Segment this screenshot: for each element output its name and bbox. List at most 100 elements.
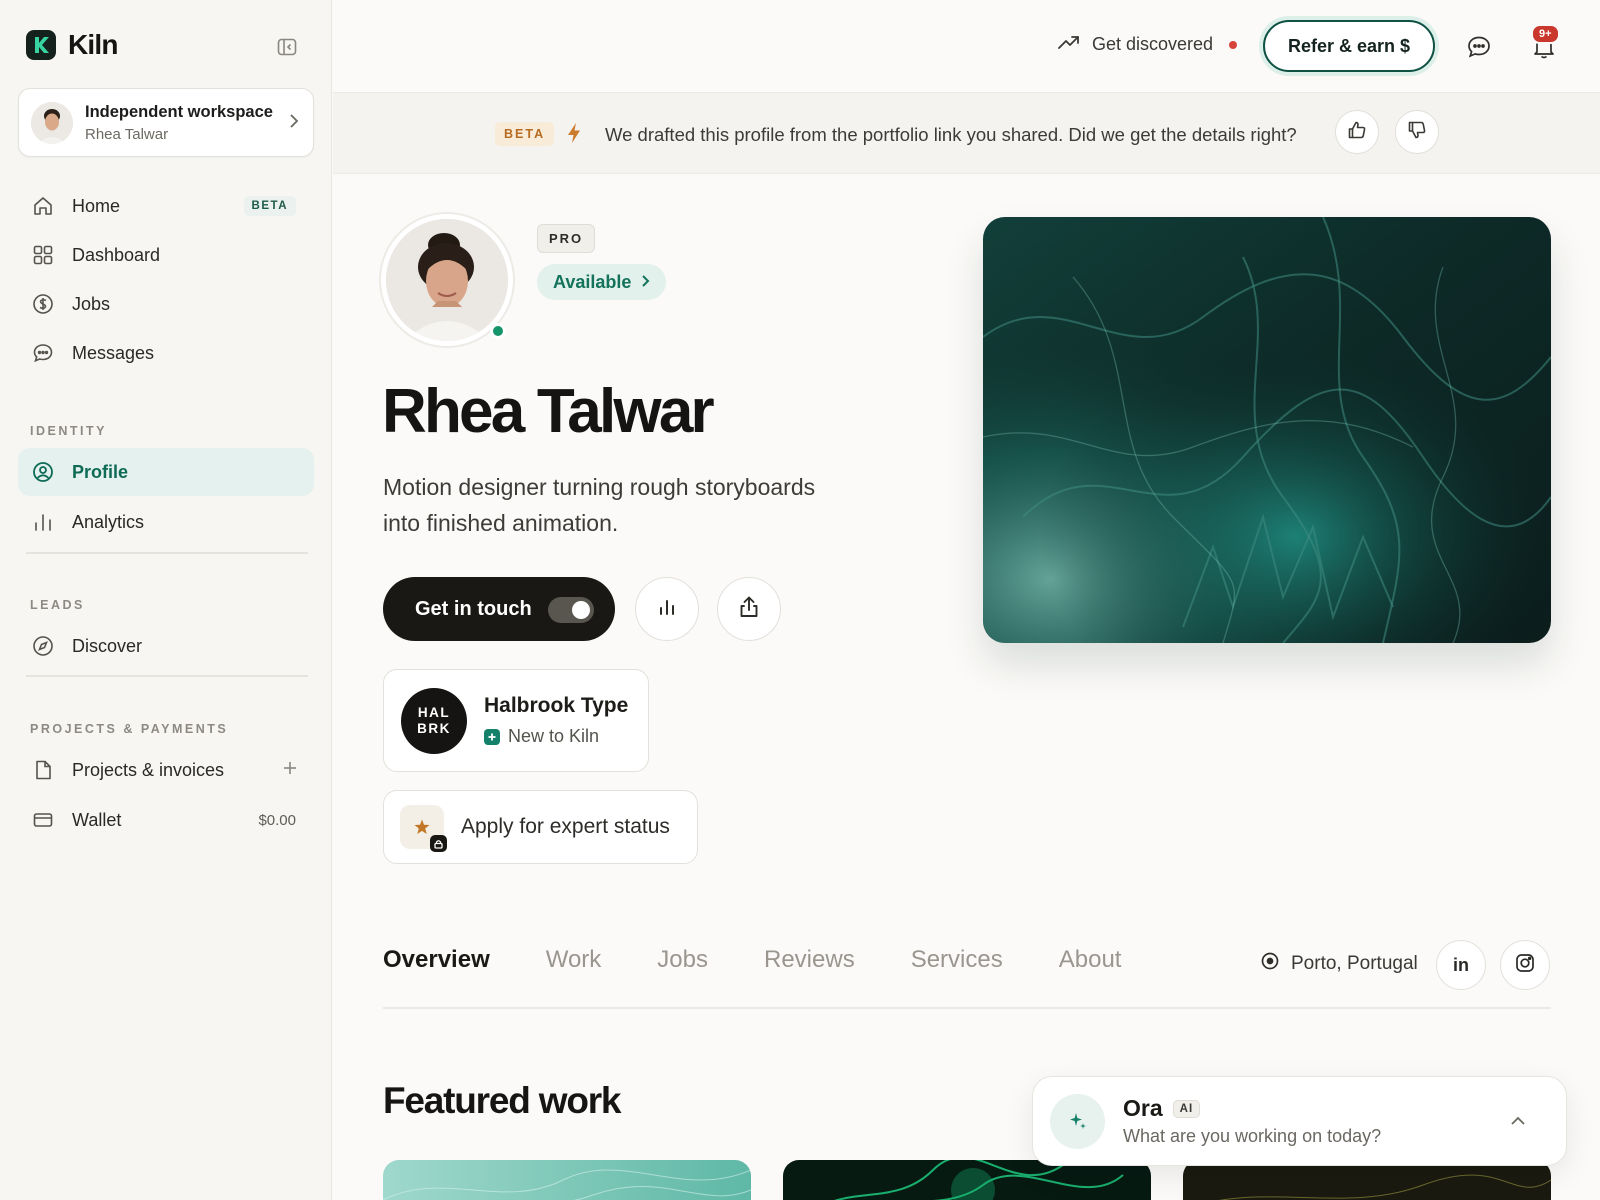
- ai-draft-banner: BETA We drafted this profile from the po…: [333, 92, 1600, 174]
- workspace-user: Rhea Talwar: [85, 125, 169, 143]
- company-logo-text: HAL: [417, 704, 451, 720]
- sidebar-item-label: Dashboard: [72, 244, 161, 265]
- ora-name: Ora: [1123, 1095, 1163, 1121]
- kiln-logo-icon: [26, 30, 56, 60]
- company-logo: HAL BRK: [401, 687, 467, 754]
- company-name: Halbrook Type: [484, 694, 629, 717]
- ora-prompt: What are you working on today?: [1123, 1126, 1382, 1146]
- sidebar-item-wallet[interactable]: Wallet $0.00: [18, 796, 314, 844]
- cover-image: [983, 217, 1551, 643]
- get-in-touch-button[interactable]: Get in touch: [383, 577, 615, 641]
- leads-nav: Discover: [18, 622, 314, 670]
- sidebar-item-analytics[interactable]: Analytics: [18, 498, 314, 546]
- wallet-balance: $0.00: [258, 811, 296, 829]
- section-label-projects: PROJECTS & PAYMENTS: [30, 722, 229, 736]
- sidebar: Kiln Independent workspace Rhea Talwar H…: [0, 0, 332, 1200]
- tab-work[interactable]: Work: [546, 946, 602, 974]
- section-label-leads: LEADS: [30, 598, 85, 612]
- sidebar-item-label: Projects & invoices: [72, 759, 225, 780]
- sidebar-item-dashboard[interactable]: Dashboard: [18, 231, 314, 279]
- profile-icon: [32, 461, 54, 483]
- company-card[interactable]: HAL BRK Halbrook Type New to Kiln: [383, 669, 649, 772]
- sidebar-item-discover[interactable]: Discover: [18, 622, 314, 670]
- section-label-identity: IDENTITY: [30, 424, 107, 438]
- file-icon: [32, 759, 54, 781]
- workspace-title: Independent workspace: [85, 102, 273, 121]
- company-status: New to Kiln: [508, 726, 600, 746]
- sidebar-collapse-icon[interactable]: [276, 36, 298, 58]
- star-icon: [400, 805, 447, 852]
- home-icon: [32, 195, 54, 217]
- instagram-icon: [1515, 953, 1535, 978]
- online-status-dot: [490, 323, 506, 339]
- divider: [26, 552, 308, 554]
- availability-label: Available: [553, 271, 632, 292]
- dashboard-icon: [32, 244, 54, 266]
- sparkle-icon: [1050, 1093, 1105, 1149]
- sidebar-item-label: Messages: [72, 342, 155, 363]
- featured-work-thumbnail[interactable]: [383, 1160, 751, 1200]
- workspace-switcher[interactable]: Independent workspace Rhea Talwar: [18, 88, 314, 157]
- pro-badge: PRO: [537, 224, 596, 253]
- location-pin-icon: [1261, 952, 1279, 976]
- instagram-button[interactable]: [1500, 940, 1550, 990]
- sidebar-item-profile[interactable]: Profile: [18, 448, 314, 496]
- stats-button[interactable]: [635, 577, 699, 641]
- featured-work-thumbnail[interactable]: [1183, 1160, 1551, 1200]
- bar-chart-icon: [656, 596, 678, 623]
- analytics-icon: [32, 511, 54, 533]
- thumbs-down-button[interactable]: [1395, 110, 1439, 154]
- profile-tabs: Overview Work Jobs Reviews Services Abou…: [383, 946, 1121, 974]
- main-nav: Home BETA Dashboard Jobs Messages: [18, 182, 314, 377]
- divider: [26, 675, 308, 677]
- brand[interactable]: Kiln: [26, 29, 118, 61]
- tab-reviews[interactable]: Reviews: [764, 946, 855, 974]
- tab-services[interactable]: Services: [911, 946, 1003, 974]
- brand-name: Kiln: [68, 29, 118, 60]
- plus-icon: [484, 728, 500, 745]
- thumbs-up-button[interactable]: [1335, 110, 1379, 154]
- availability-button[interactable]: Available: [537, 264, 667, 300]
- ai-badge: AI: [1172, 1099, 1201, 1118]
- featured-work-thumbnail[interactable]: [783, 1160, 1151, 1200]
- profile-name: Rhea Talwar: [382, 377, 715, 446]
- sidebar-item-label: Wallet: [72, 809, 122, 830]
- chat-icon[interactable]: [1466, 34, 1492, 60]
- location: Porto, Portugal: [1261, 952, 1418, 976]
- beta-badge: BETA: [243, 196, 296, 216]
- sidebar-item-label: Profile: [72, 461, 129, 482]
- apply-expert-button[interactable]: Apply for expert status: [383, 790, 698, 864]
- tab-jobs[interactable]: Jobs: [657, 946, 708, 974]
- chevron-up-icon[interactable]: [1510, 1113, 1526, 1131]
- chevron-right-icon: [289, 113, 299, 134]
- bolt-icon: [567, 122, 581, 149]
- featured-work-title: Featured work: [383, 1080, 621, 1121]
- add-project-icon[interactable]: [282, 760, 298, 780]
- sidebar-item-home[interactable]: Home BETA: [18, 182, 314, 230]
- refer-earn-button[interactable]: Refer & earn $: [1263, 20, 1435, 72]
- sidebar-item-label: Jobs: [72, 293, 111, 314]
- tab-about[interactable]: About: [1059, 946, 1122, 974]
- availability-toggle[interactable]: [548, 597, 594, 623]
- share-button[interactable]: [717, 577, 781, 641]
- sidebar-item-messages[interactable]: Messages: [18, 329, 314, 377]
- sidebar-item-label: Analytics: [72, 511, 145, 532]
- linkedin-icon: in: [1453, 954, 1469, 975]
- wallet-icon: [32, 809, 54, 831]
- compass-icon: [32, 635, 54, 657]
- message-icon: [32, 342, 54, 364]
- beta-badge: BETA: [495, 122, 555, 146]
- thumbs-down-icon: [1407, 120, 1427, 145]
- ora-assistant-panel[interactable]: Ora AI What are you working on today?: [1032, 1076, 1567, 1166]
- tab-overview[interactable]: Overview: [383, 946, 490, 974]
- trending-up-icon: [1058, 34, 1080, 55]
- sidebar-item-jobs[interactable]: Jobs: [18, 280, 314, 328]
- apply-expert-label: Apply for expert status: [461, 815, 670, 838]
- sidebar-item-projects-invoices[interactable]: Projects & invoices: [18, 746, 314, 794]
- lock-icon: [430, 835, 447, 852]
- topbar: Get discovered Refer & earn $ 9+: [333, 0, 1600, 92]
- status-dot: [1229, 40, 1238, 49]
- linkedin-button[interactable]: in: [1436, 940, 1486, 990]
- company-logo-text: BRK: [417, 720, 451, 736]
- get-discovered-link[interactable]: Get discovered: [1058, 34, 1238, 55]
